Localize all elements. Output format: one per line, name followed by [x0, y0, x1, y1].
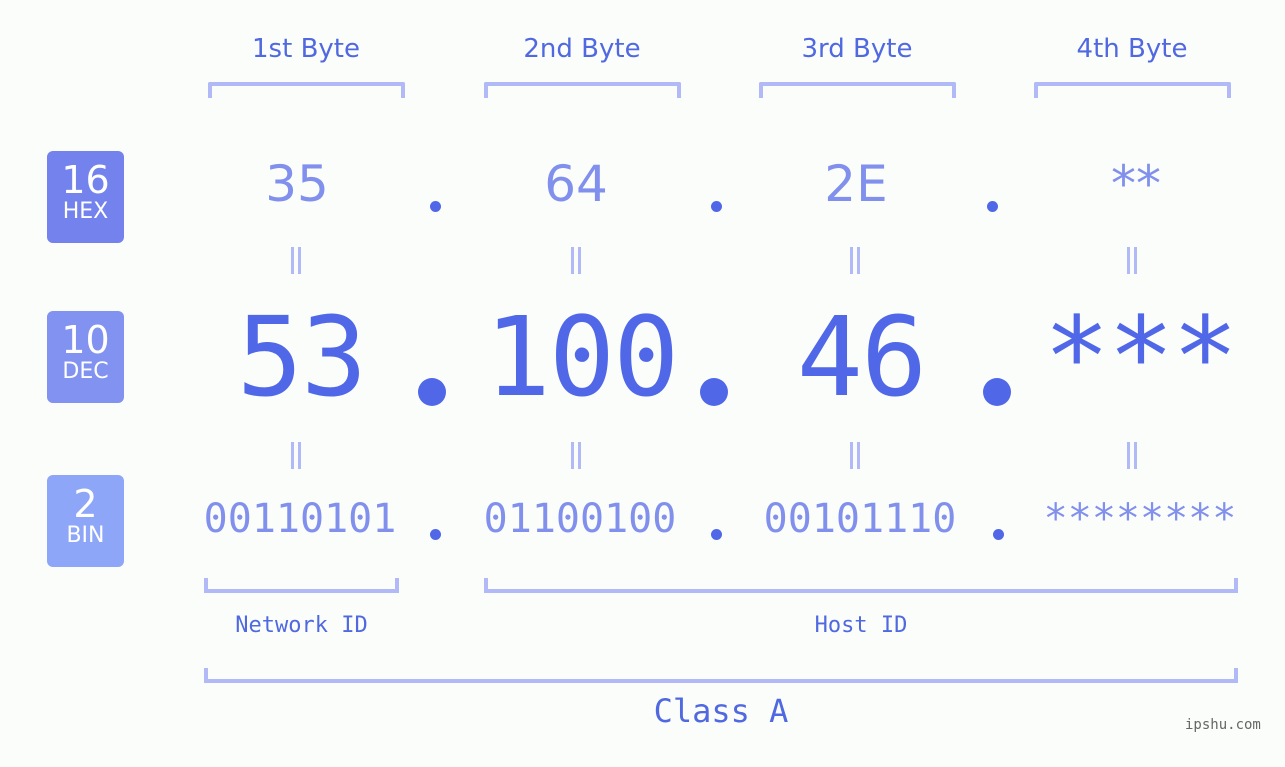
dec-dot-2 [700, 378, 728, 406]
hex-octet-3: 2E [824, 155, 888, 213]
watermark: ipshu.com [1185, 717, 1261, 733]
equals-icon [1127, 247, 1137, 274]
byte-bracket-3 [759, 82, 956, 98]
equals-icon [850, 442, 860, 469]
hex-octet-1: 35 [265, 155, 329, 213]
equals-icon [291, 442, 301, 469]
dec-badge: 10 DEC [47, 311, 124, 403]
equals-icon [1127, 442, 1137, 469]
hex-badge-base: 16 [61, 158, 110, 202]
dec-octet-2: 100 [484, 293, 680, 421]
byte-header-4: 4th Byte [1076, 34, 1188, 64]
hex-badge: 16 HEX [47, 151, 124, 243]
bin-dot-3 [993, 529, 1004, 540]
dec-octet-3: 46 [796, 293, 927, 421]
bin-dot-2 [711, 529, 722, 540]
bin-dot-1 [430, 529, 441, 540]
byte-bracket-1 [208, 82, 405, 98]
hex-dot-2 [711, 201, 722, 212]
bin-octet-1: 00110101 [203, 496, 397, 542]
dec-dot-1 [418, 378, 446, 406]
host-id-bracket [484, 578, 1238, 593]
host-id-label: Host ID [814, 613, 908, 638]
equals-icon [850, 247, 860, 274]
dec-octet-4: *** [1043, 293, 1239, 421]
bin-octet-3: 00101110 [763, 496, 957, 542]
byte-bracket-2 [484, 82, 681, 98]
hex-dot-1 [430, 201, 441, 212]
byte-header-1: 1st Byte [252, 34, 360, 64]
equals-icon [571, 442, 581, 469]
bin-badge-base: 2 [73, 482, 98, 526]
dec-badge-base: 10 [61, 318, 110, 362]
network-id-bracket [204, 578, 399, 593]
network-id-label: Network ID [235, 613, 368, 638]
byte-bracket-4 [1034, 82, 1231, 98]
class-bracket [204, 668, 1238, 683]
class-label: Class A [653, 692, 789, 730]
byte-header-3: 3rd Byte [801, 34, 913, 64]
bin-badge-label: BIN [66, 523, 105, 548]
bin-octet-2: 01100100 [483, 496, 677, 542]
hex-dot-3 [987, 201, 998, 212]
dec-badge-label: DEC [62, 359, 109, 384]
byte-header-2: 2nd Byte [523, 34, 641, 64]
equals-icon [571, 247, 581, 274]
hex-octet-4: ** [1111, 155, 1161, 213]
hex-octet-2: 64 [544, 155, 608, 213]
equals-icon [291, 247, 301, 274]
bin-badge: 2 BIN [47, 475, 124, 567]
dec-octet-1: 53 [236, 293, 367, 421]
bin-octet-4: ******** [1043, 496, 1237, 542]
hex-badge-label: HEX [62, 199, 109, 224]
dec-dot-3 [983, 378, 1011, 406]
